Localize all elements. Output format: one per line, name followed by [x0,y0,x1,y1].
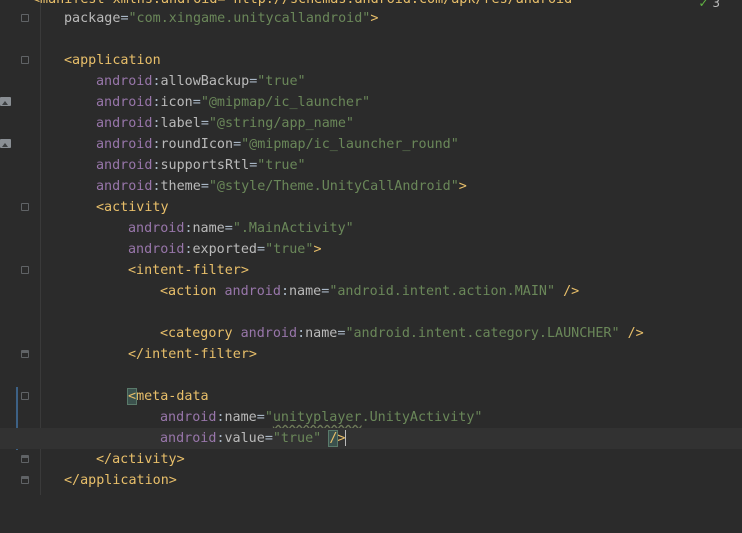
code-line[interactable]: android:name="unityplayer.UnityActivity" [0,407,742,428]
activity-exported-attribute: android:exported="true"> [128,242,322,257]
code-line[interactable]: </activity> [0,449,742,470]
code-line[interactable]: package="com.xingame.unitycallandroid"> [0,8,742,29]
meta-name-attribute: android:name="unityplayer.UnityActivity" [160,410,483,425]
code-line[interactable]: <action android:name="android.intent.act… [0,281,742,302]
code-editor[interactable]: ✓ 3 <manifest xmlns:android="http://sche… [0,0,742,495]
meta-value-attribute: android:value="true" /> [160,430,347,447]
supportsrtl-attribute: android:supportsRtl="true" [96,158,306,173]
intent-filter-close-tag: </intent-filter> [128,347,257,362]
intent-filter-open-tag: <intent-filter> [128,263,249,278]
code-line[interactable]: <category android:name="android.intent.c… [0,323,742,344]
roundicon-attribute: android:roundIcon="@mipmap/ic_launcher_r… [96,137,459,152]
category-element: <category android:name="android.intent.c… [160,326,644,341]
application-close-tag: </application> [64,473,177,488]
code-line[interactable]: android:supportsRtl="true" [0,155,742,176]
code-line[interactable]: android:label="@string/app_name" [0,113,742,134]
code-line[interactable]: android:exported="true"> [0,239,742,260]
code-line[interactable]: <meta-data [0,386,742,407]
application-open-tag: <application [64,53,161,68]
code-line[interactable]: <application [0,50,742,71]
action-element: <action android:name="android.intent.act… [160,284,580,299]
code-line[interactable]: android:icon="@mipmap/ic_launcher" [0,92,742,113]
activity-open-tag: <activity [96,200,169,215]
code-line[interactable]: </application> [0,470,742,491]
code-line[interactable]: android:allowBackup="true" [0,71,742,92]
code-line[interactable]: <activity [0,197,742,218]
code-line[interactable]: android:theme="@style/Theme.UnityCallAnd… [0,176,742,197]
current-code-line[interactable]: android:value="true" /> [0,428,742,449]
text-caret [345,430,347,446]
label-attribute: android:label="@string/app_name" [96,116,354,131]
package-attribute: package="com.xingame.unitycallandroid"> [64,11,379,26]
activity-close-tag: </activity> [96,452,185,467]
code-line[interactable]: android:roundIcon="@mipmap/ic_launcher_r… [0,134,742,155]
allowbackup-attribute: android:allowBackup="true" [96,74,306,89]
code-line[interactable]: <intent-filter> [0,260,742,281]
code-line[interactable]: android:name=".MainActivity" [0,218,742,239]
activity-name-attribute: android:name=".MainActivity" [128,221,354,236]
code-line[interactable]: </intent-filter> [0,344,742,365]
theme-attribute: android:theme="@style/Theme.UnityCallAnd… [96,179,467,194]
icon-attribute: android:icon="@mipmap/ic_launcher" [96,95,371,110]
meta-data-open-tag: <meta-data [126,388,209,405]
